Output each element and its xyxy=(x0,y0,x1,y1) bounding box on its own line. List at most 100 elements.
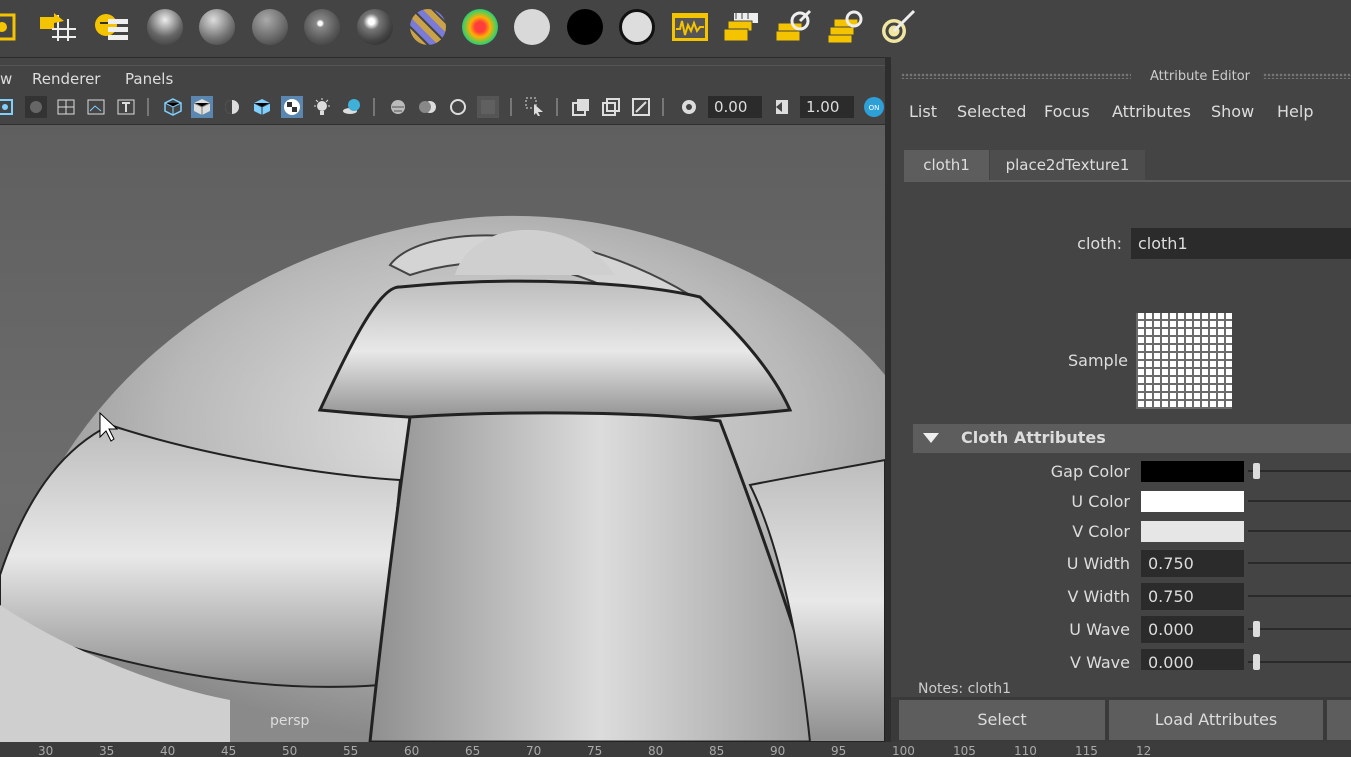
light-bulb-icon[interactable] xyxy=(311,96,333,118)
sample-label: Sample xyxy=(1068,351,1128,370)
sphere-icon[interactable] xyxy=(197,7,237,47)
v-color-label: V Color xyxy=(1072,522,1130,541)
timeline-tick: 95 xyxy=(831,744,847,757)
u-width-field[interactable]: 0.750 xyxy=(1141,550,1244,577)
node-name-field[interactable]: cloth1 xyxy=(1131,228,1351,259)
timeline-tick: 35 xyxy=(99,744,115,757)
u-wave-label: U Wave xyxy=(1069,620,1130,639)
ramp-sphere-icon[interactable] xyxy=(460,7,500,47)
copy-tab-button[interactable] xyxy=(1327,700,1351,740)
gap-color-slider-handle[interactable] xyxy=(1253,463,1260,479)
tab-place2dtexture1[interactable]: place2dTexture1 xyxy=(990,150,1145,180)
select-button[interactable]: Select xyxy=(899,700,1105,740)
svg-text:ON: ON xyxy=(869,104,880,112)
layers-brush-icon[interactable] xyxy=(774,7,814,47)
gap-color-slider[interactable] xyxy=(1248,470,1351,472)
white-sphere-icon[interactable] xyxy=(512,7,552,47)
notes-label: Notes: cloth1 xyxy=(918,681,1012,697)
time-slider[interactable]: 30 35 40 45 50 55 60 65 70 75 80 85 90 95 100 105 110 115… xyxy=(0,742,1351,757)
u-width-label: U Width xyxy=(1066,554,1130,573)
v-wave-slider[interactable] xyxy=(1248,661,1351,663)
white-outlined-sphere-icon[interactable] xyxy=(617,7,657,47)
half-sphere-icon[interactable] xyxy=(145,7,185,47)
lighting-icon[interactable] xyxy=(221,96,243,118)
text-icon[interactable] xyxy=(115,96,137,118)
xray-components-icon[interactable] xyxy=(630,96,652,118)
menu-attributes[interactable]: Attributes xyxy=(1112,102,1191,121)
menu-panels[interactable]: Panels xyxy=(125,70,173,88)
color-management-toggle-icon[interactable]: ON xyxy=(863,96,885,118)
render-target-icon[interactable] xyxy=(878,7,918,47)
checker-texture-icon[interactable] xyxy=(281,96,303,118)
image-plane-icon[interactable] xyxy=(85,96,107,118)
viewport-menubar: w Renderer Panels xyxy=(0,65,885,93)
panel-grip-right[interactable] xyxy=(1263,73,1351,79)
u-wave-slider[interactable] xyxy=(1248,628,1351,630)
timeline-tick: 12 xyxy=(1136,744,1152,757)
menu-selected[interactable]: Selected xyxy=(957,102,1026,121)
u-color-slider[interactable] xyxy=(1248,500,1351,502)
waveform-icon[interactable] xyxy=(670,7,710,47)
node-name-label: cloth: xyxy=(1077,234,1122,253)
sphere-shiny-icon[interactable] xyxy=(355,7,395,47)
u-wave-slider-handle[interactable] xyxy=(1253,621,1260,637)
isolate-select-icon[interactable] xyxy=(524,96,546,118)
cloth-sphere-model xyxy=(0,215,885,742)
u-width-slider[interactable] xyxy=(1248,562,1351,564)
motion-blur-icon[interactable] xyxy=(417,96,439,118)
shadow-icon[interactable] xyxy=(341,96,363,118)
timeline-tick: 65 xyxy=(465,744,481,757)
layers-icon[interactable] xyxy=(722,7,762,47)
section-title: Cloth Attributes xyxy=(961,428,1106,447)
gamma-icon[interactable] xyxy=(771,96,793,118)
camera-label: persp xyxy=(270,713,310,729)
menu-view[interactable]: w xyxy=(0,70,12,88)
exposure-field[interactable]: 0.00 xyxy=(708,96,762,118)
exposure-icon[interactable] xyxy=(678,96,700,118)
cloth-attributes-section[interactable]: Cloth Attributes xyxy=(913,424,1351,453)
gap-color-swatch[interactable] xyxy=(1141,461,1244,482)
anti-alias-icon[interactable] xyxy=(447,96,469,118)
select-camera-icon[interactable] xyxy=(0,96,16,118)
timeline-tick: 40 xyxy=(160,744,176,757)
v-width-label: V Width xyxy=(1067,587,1130,606)
gamma-field[interactable]: 1.00 xyxy=(800,96,854,118)
wireframe-cube-icon[interactable] xyxy=(162,96,184,118)
menu-show[interactable]: Show xyxy=(1211,102,1254,121)
v-wave-slider-handle[interactable] xyxy=(1253,654,1260,670)
smooth-shade-cube-icon[interactable] xyxy=(191,96,213,118)
v-color-swatch[interactable] xyxy=(1141,521,1244,542)
sphere-gray-icon[interactable] xyxy=(250,7,290,47)
tab-cloth1[interactable]: cloth1 xyxy=(904,150,989,180)
v-color-slider[interactable] xyxy=(1248,530,1351,532)
grid-icon[interactable] xyxy=(55,96,77,118)
u-wave-field[interactable]: 0.000 xyxy=(1141,616,1244,643)
panel-grip[interactable] xyxy=(901,73,1131,79)
timeline-tick: 30 xyxy=(38,744,54,757)
depth-of-field-icon[interactable] xyxy=(477,96,499,118)
move-snap-icon[interactable] xyxy=(38,7,78,47)
v-width-slider[interactable] xyxy=(1248,595,1351,597)
xray-joints-icon[interactable] xyxy=(600,96,622,118)
xray-icon[interactable] xyxy=(570,96,592,118)
shelf xyxy=(0,0,1351,58)
textured-cube-icon[interactable] xyxy=(251,96,273,118)
menu-list[interactable]: List xyxy=(909,102,937,121)
hypershade-icon[interactable] xyxy=(92,7,132,47)
striped-sphere-icon[interactable] xyxy=(408,7,448,47)
sphere-point-icon[interactable] xyxy=(302,7,342,47)
layers-stack-icon[interactable] xyxy=(826,7,866,47)
viewport-3d[interactable]: persp xyxy=(0,125,885,742)
menu-help[interactable]: Help xyxy=(1277,102,1313,121)
menu-renderer[interactable]: Renderer xyxy=(32,70,100,88)
v-width-field[interactable]: 0.750 xyxy=(1141,583,1244,610)
camera-attributes-icon[interactable] xyxy=(25,96,47,118)
timeline-tick: 90 xyxy=(770,744,786,757)
collapse-arrow-icon[interactable] xyxy=(923,433,939,443)
black-sphere-icon[interactable] xyxy=(565,7,605,47)
ambient-occlusion-icon[interactable] xyxy=(387,96,409,118)
menu-focus[interactable]: Focus xyxy=(1044,102,1090,121)
select-tool-icon[interactable] xyxy=(0,7,26,47)
load-attributes-button[interactable]: Load Attributes xyxy=(1109,700,1323,740)
u-color-swatch[interactable] xyxy=(1141,491,1244,512)
